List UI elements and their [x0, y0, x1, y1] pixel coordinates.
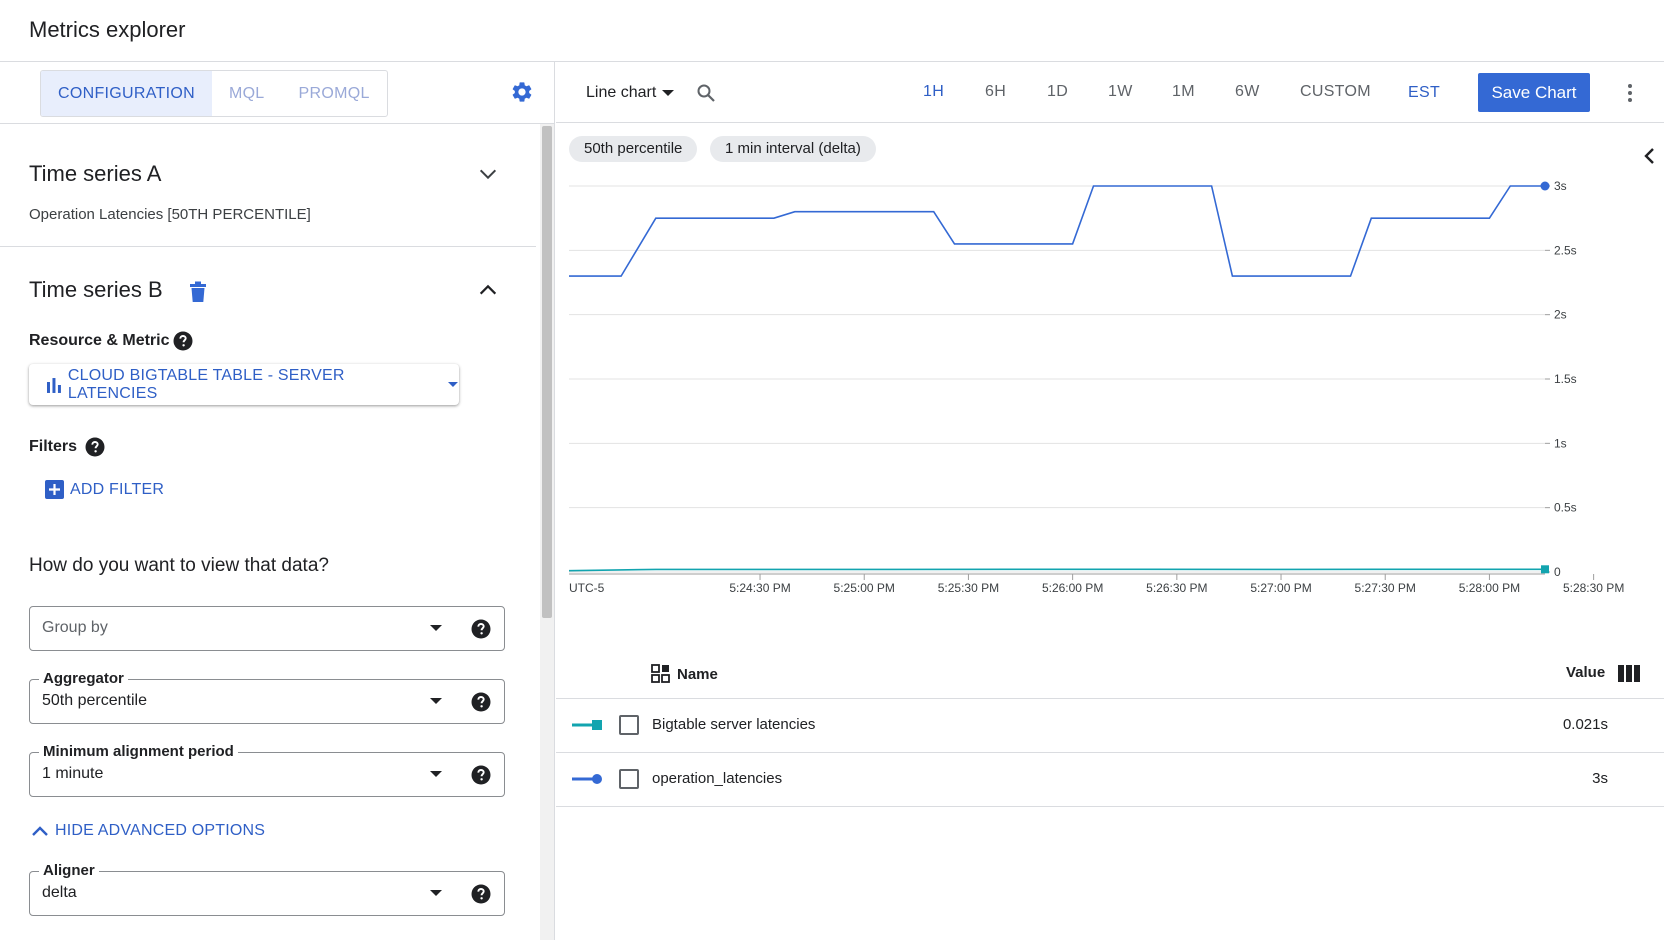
section-divider [0, 246, 536, 247]
chevron-up-icon [32, 826, 48, 836]
series-checkbox[interactable] [619, 769, 639, 789]
aggregator-select[interactable]: Aggregator 50th percentile [29, 670, 505, 724]
dropdown-arrow-icon [430, 698, 442, 704]
x-tick-label: 5:26:00 PM [1042, 581, 1103, 595]
min-alignment-label: Minimum alignment period [39, 743, 238, 760]
aggregator-label: Aggregator [39, 670, 128, 687]
x-tick-label: 5:25:00 PM [834, 581, 895, 595]
series-end-marker [1541, 565, 1549, 574]
help-icon[interactable] [471, 765, 491, 785]
group-by-select[interactable]: Group by [29, 606, 505, 651]
series-checkbox[interactable] [619, 715, 639, 735]
help-icon[interactable] [471, 619, 491, 639]
grid-view-icon [651, 664, 670, 683]
hide-advanced-options-button[interactable]: HIDE ADVANCED OPTIONS [31, 822, 265, 840]
group-by-placeholder: Group by [42, 619, 108, 636]
line-chart: 0 0.5s 1s 1.5s 2s 2.5s 3s UTC-5 5:24:30 PM 5:25:0… [568, 179, 1624, 595]
series-value: 3s [1592, 770, 1608, 787]
dropdown-arrow-icon [430, 890, 442, 896]
x-tick-label: 5:25:30 PM [938, 581, 999, 595]
aligner-select[interactable]: Aligner delta [29, 862, 505, 916]
legend-header: Name Value [556, 647, 1664, 699]
dropdown-caret-icon [448, 381, 458, 387]
series-value: 0.021s [1562, 716, 1608, 733]
x-tick-label: 5:28:30 PM [1563, 581, 1624, 595]
series-swatch-square [572, 720, 602, 730]
dropdown-arrow-icon [430, 625, 442, 631]
metric-selector-label: CLOUD BIGTABLE TABLE - SERVER LATENCIES [67, 366, 345, 402]
resource-metric-label: Resource & Metric [29, 332, 170, 349]
mode-bar: CONFIGURATION MQL PROMQL [0, 62, 554, 124]
series-line [568, 568, 1545, 572]
add-box-icon [45, 480, 64, 499]
help-icon[interactable] [173, 331, 193, 351]
tab-configuration[interactable]: CONFIGURATION [41, 71, 212, 116]
aligner-value: delta [42, 884, 77, 901]
legend-row: Bigtable server latencies 0.021s [556, 700, 1664, 753]
x-tick-label: 5:26:30 PM [1146, 581, 1207, 595]
x-axis-timezone-label: UTC-5 [569, 581, 605, 595]
tab-mql[interactable]: MQL [212, 71, 282, 116]
min-alignment-value: 1 minute [42, 765, 104, 782]
chevron-down-icon[interactable] [477, 163, 499, 185]
delete-icon[interactable] [188, 281, 208, 303]
y-tick-label: 0.5s [1554, 501, 1577, 515]
app-header: Metrics explorer [0, 0, 1664, 62]
x-tick-label: 5:27:30 PM [1355, 581, 1416, 595]
aggregator-value: 50th percentile [42, 692, 147, 709]
time-series-b-title: Time series B [29, 277, 163, 302]
x-tick-label: 5:28:00 PM [1459, 581, 1520, 595]
panel-scrollbar-thumb[interactable] [542, 126, 552, 618]
chart-panel: Line chart 1H 6H 1D 1W 1M 6W CUSTOM EST … [556, 62, 1664, 940]
config-panel: CONFIGURATION MQL PROMQL Time series A O… [0, 62, 555, 940]
dropdown-arrow-icon [430, 771, 442, 777]
legend-name-header[interactable]: Name [651, 664, 718, 684]
page-title: Metrics explorer [29, 17, 186, 42]
mode-tabs: CONFIGURATION MQL PROMQL [40, 70, 388, 117]
series-swatch-circle [572, 774, 602, 784]
help-icon[interactable] [85, 437, 105, 457]
hide-advanced-options-label: HIDE ADVANCED OPTIONS [55, 822, 266, 839]
add-filter-label: ADD FILTER [70, 480, 165, 498]
y-tick-label: 2s [1554, 308, 1567, 322]
y-tick-label: 2.5s [1554, 243, 1577, 257]
view-data-heading: How do you want to view that data? [29, 555, 329, 576]
bar-chart-icon [46, 377, 61, 393]
settings-icon[interactable] [510, 80, 534, 104]
series-end-marker [1540, 181, 1550, 191]
y-tick-label: 3s [1554, 179, 1567, 193]
column-settings-icon[interactable] [1618, 665, 1640, 682]
legend-value-header[interactable]: Value [1566, 664, 1605, 681]
legend-name-header-label: Name [677, 665, 718, 683]
y-tick-label: 1.5s [1554, 372, 1577, 386]
help-icon[interactable] [471, 692, 491, 712]
time-series-a-title: Time series A [29, 161, 162, 186]
time-series-a-subtitle: Operation Latencies [50TH PERCENTILE] [29, 206, 311, 223]
series-name: operation_latencies [652, 770, 783, 787]
y-tick-label: 1s [1554, 436, 1567, 450]
x-tick-label: 5:24:30 PM [729, 581, 790, 595]
aligner-label: Aligner [39, 862, 99, 879]
series-name: Bigtable server latencies [652, 716, 816, 733]
tab-promql[interactable]: PROMQL [282, 71, 387, 116]
filters-label: Filters [29, 438, 78, 455]
y-tick-label: 0 [1554, 565, 1561, 579]
chevron-up-icon[interactable] [477, 279, 499, 301]
add-filter-button[interactable]: ADD FILTER [45, 480, 164, 499]
help-icon[interactable] [471, 884, 491, 904]
series-line [569, 185, 1545, 277]
metric-selector-button[interactable]: CLOUD BIGTABLE TABLE - SERVER LATENCIES [29, 364, 459, 405]
min-alignment-select[interactable]: Minimum alignment period 1 minute [29, 743, 505, 797]
legend-row: operation_latencies 3s [556, 754, 1664, 807]
x-tick-label: 5:27:00 PM [1250, 581, 1311, 595]
